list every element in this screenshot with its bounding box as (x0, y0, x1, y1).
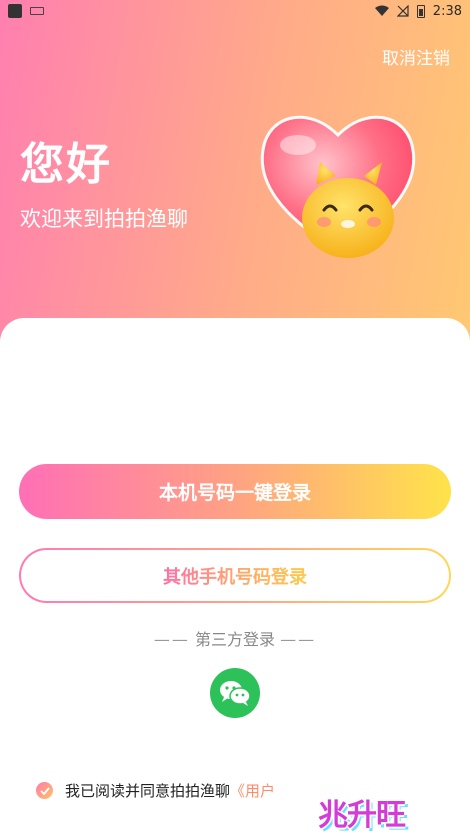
status-right: 2:38 (374, 3, 462, 19)
checkmark-icon (39, 786, 50, 795)
wechat-login-button[interactable] (210, 668, 260, 718)
greeting-subtitle: 欢迎来到拍拍渔聊 (20, 207, 188, 231)
wifi-icon (374, 5, 389, 16)
user-agreement-link[interactable]: 《用户 (230, 782, 275, 800)
third-party-login-label: 第三方登录 (194, 630, 275, 649)
cancel-deregistration-link[interactable]: 取消注销 (382, 44, 450, 69)
other-phone-login-label: 其他手机号码登录 (163, 563, 307, 589)
divider-dash-left: —— (153, 630, 190, 649)
agreement-row: 我已阅读并同意拍拍渔聊《用户 (36, 780, 275, 801)
agreement-label: 我已阅读并同意拍拍渔聊 (65, 782, 231, 800)
other-phone-login-button[interactable]: 其他手机号码登录 (19, 548, 451, 603)
agreement-checkbox-icon[interactable] (36, 782, 53, 799)
greeting-title: 您好 (20, 139, 112, 190)
no-signal-icon (396, 5, 409, 17)
heart-cat-mascot-icon (260, 115, 416, 258)
divider-dash-right: —— (280, 630, 317, 649)
other-phone-login-button-inner[interactable]: 其他手机号码登录 (21, 550, 449, 601)
app-notification-icon (8, 4, 22, 18)
battery-icon (416, 4, 425, 18)
wechat-icon (220, 681, 251, 706)
notification-icon (30, 7, 44, 15)
third-party-login-divider: —— 第三方登录 —— (0, 626, 470, 650)
status-bar: 2:38 (0, 0, 470, 22)
one-click-login-button[interactable]: 本机号码一键登录 (19, 464, 451, 519)
status-left (8, 4, 44, 18)
status-time: 2:38 (432, 3, 462, 19)
watermark-logo: 兆升旺 (318, 798, 406, 833)
agreement-text: 我已阅读并同意拍拍渔聊《用户 (65, 780, 275, 801)
